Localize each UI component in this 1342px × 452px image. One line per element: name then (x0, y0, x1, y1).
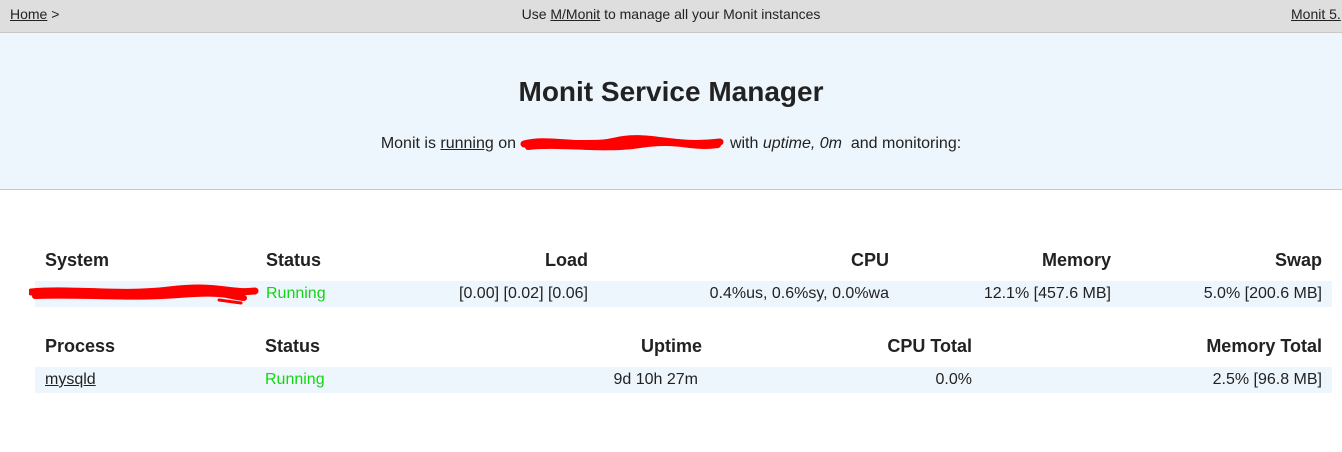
mmonit-promo: Use M/Monit to manage all your Monit ins… (0, 0, 1342, 28)
monit-status-line: Monit is running on with uptime, 0m and … (0, 133, 1342, 155)
home-link[interactable]: Home (10, 6, 47, 22)
table-row: mysqld Running 9d 10h 27m 0.0% 2.5% [96.… (35, 367, 1332, 393)
process-status: Running (265, 371, 325, 388)
running-link[interactable]: running (440, 135, 493, 152)
header-cpu: CPU (850, 250, 889, 270)
promo-suffix: to manage all your Monit instances (604, 6, 821, 22)
header-uptime: Uptime (640, 336, 702, 356)
process-link-mysqld[interactable]: mysqld (45, 367, 96, 393)
breadcrumb-separator: > (51, 6, 60, 22)
status-suffix: and monitoring: (850, 135, 962, 153)
header-status: Status (265, 336, 321, 356)
header-cpu-total: CPU Total (887, 336, 972, 356)
header-load: Load (545, 250, 588, 270)
system-table-header: System Status Load CPU Memory Swap (35, 247, 1332, 273)
page-header: Monit Service Manager Monit is running o… (0, 33, 1342, 190)
status-prefix: Monit is (380, 135, 436, 153)
process-table-header: Process Status Uptime CPU Total Memory T… (35, 333, 1332, 359)
top-nav-bar: Home > Use M/Monit to manage all your Mo… (0, 0, 1342, 33)
process-memory-total: 2.5% [96.8 MB] (1212, 371, 1322, 388)
process-cpu-total: 0.0% (935, 371, 972, 388)
status-with: with (729, 135, 759, 153)
process-uptime: 9d 10h 27m (613, 371, 698, 388)
system-swap: 5.0% [200.6 MB] (1203, 285, 1322, 302)
redacted-system-name-scribble (29, 284, 259, 305)
header-swap: Swap (1274, 250, 1322, 270)
system-status: Running (266, 285, 326, 302)
system-cpu: 0.4%us, 0.6%sy, 0.0%wa (709, 285, 889, 302)
header-memory: Memory (1041, 250, 1111, 270)
header-status: Status (266, 250, 322, 270)
version-link[interactable]: Monit 5. (1291, 6, 1341, 22)
status-on: on (498, 135, 517, 153)
promo-prefix: Use (521, 6, 547, 22)
mmonit-link[interactable]: M/Monit (550, 6, 600, 22)
version-area: Monit 5. (1291, 0, 1341, 28)
page-title: Monit Service Manager (518, 76, 824, 107)
header-memory-total: Memory Total (1206, 336, 1322, 356)
system-memory: 12.1% [457.6 MB] (983, 285, 1111, 302)
redacted-hostname-scribble (520, 135, 724, 151)
uptime-text: uptime, 0m (762, 135, 842, 153)
system-row: Running [0.00] [0.02] [0.06] 0.4%us, 0.6… (29, 281, 1332, 307)
header-process: Process (45, 336, 116, 356)
breadcrumb: Home > (10, 0, 59, 28)
system-load: [0.00] [0.02] [0.06] (459, 285, 588, 302)
header-system: System (45, 250, 110, 270)
